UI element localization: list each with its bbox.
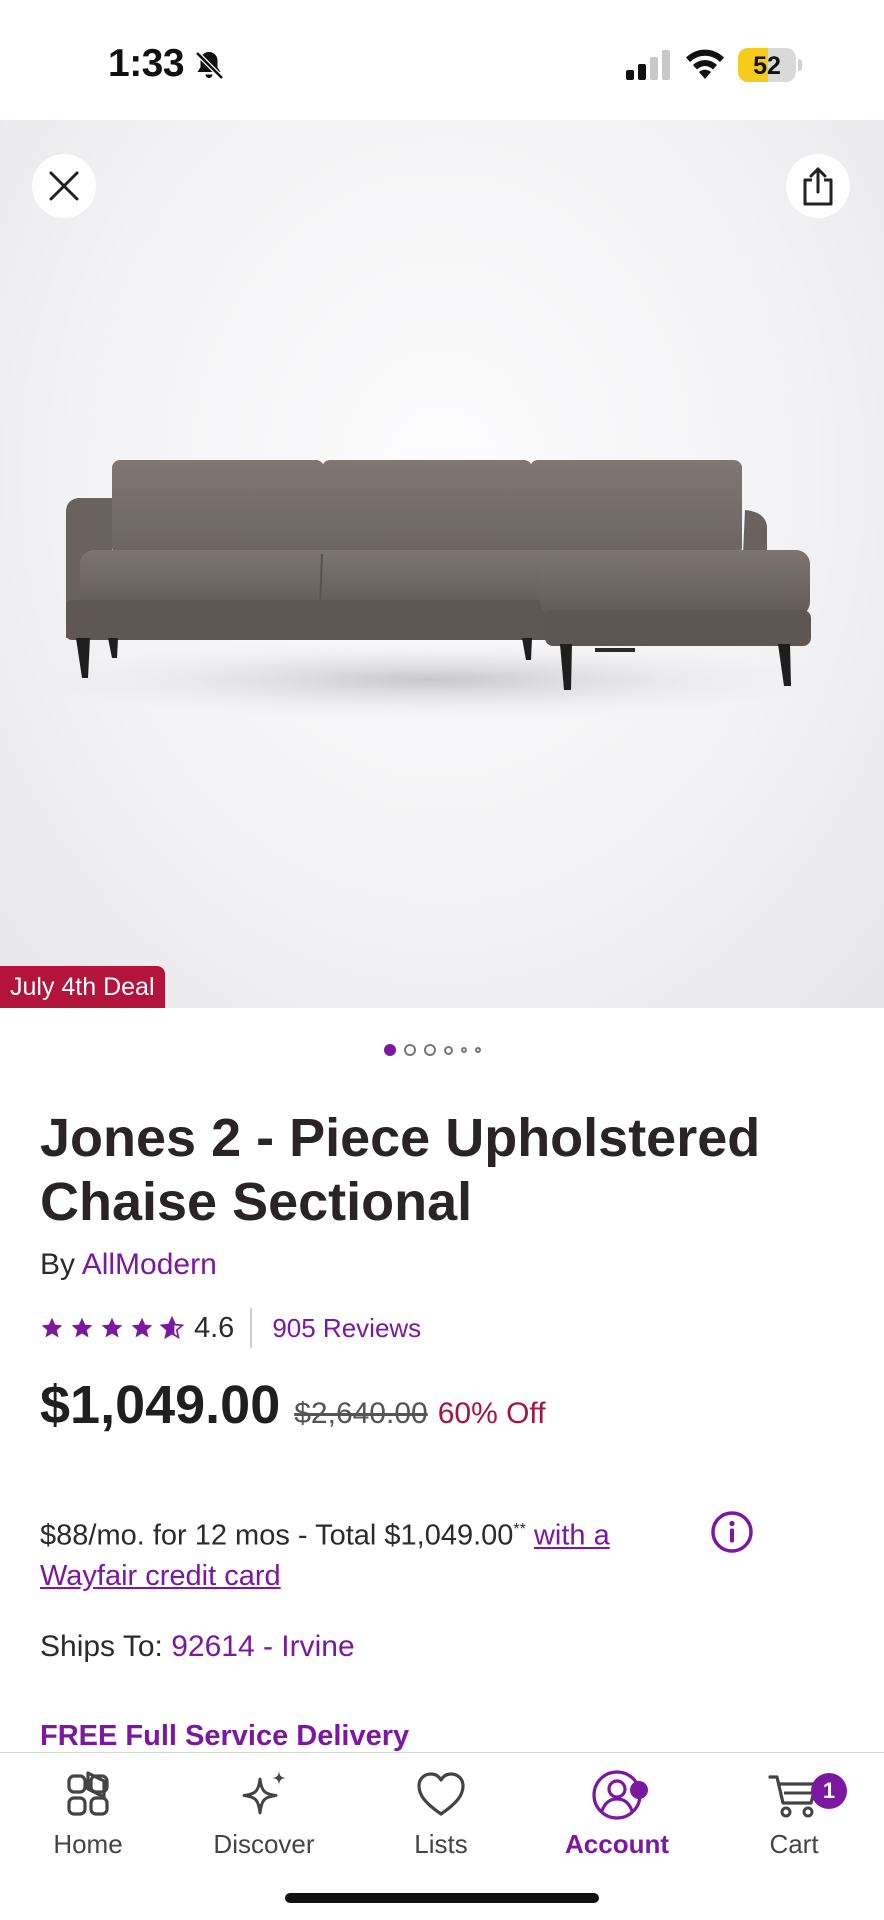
cellular-signal-icon (626, 50, 670, 80)
nav-cart[interactable]: 1 Cart (719, 1767, 869, 1867)
share-button[interactable] (786, 154, 850, 218)
sale-price: $1,049.00 (40, 1375, 281, 1435)
star-icon (131, 1317, 153, 1338)
price-row: $1,049.00 $2,640.00 60% Off (40, 1374, 546, 1436)
carousel-dot[interactable] (424, 1044, 436, 1056)
star-icon (160, 1316, 184, 1340)
reviews-link[interactable]: 905 Reviews (272, 1313, 421, 1344)
nav-lists[interactable]: Lists (366, 1767, 516, 1867)
cart-count-badge: 1 (811, 1773, 847, 1809)
nav-account[interactable]: Account (542, 1767, 692, 1867)
nav-cart-label: Cart (769, 1829, 819, 1859)
zip-code-link[interactable]: 92614 - Irvine (171, 1630, 354, 1663)
carousel-dot[interactable] (404, 1044, 416, 1056)
delivery-info[interactable]: FREE Full Service Delivery (40, 1720, 409, 1752)
carousel-dot[interactable] (444, 1045, 453, 1055)
nav-account-label: Account (565, 1829, 669, 1859)
battery-percent: 52 (753, 52, 781, 80)
original-price: $2,640.00 (294, 1397, 428, 1430)
home-icon (67, 1771, 109, 1816)
nav-discover-label: Discover (213, 1829, 315, 1859)
ships-to: Ships To: 92614 - Irvine (40, 1630, 355, 1664)
discount-label: 60% Off (437, 1397, 546, 1430)
carousel-dot[interactable] (461, 1047, 467, 1053)
star-icon (41, 1317, 63, 1338)
home-indicator[interactable] (285, 1893, 599, 1903)
product-image-carousel[interactable]: July 4th Deal (0, 120, 884, 1008)
financing-footnote-mark: ** (513, 1521, 526, 1538)
rating-value: 4.6 (194, 1311, 235, 1344)
share-icon (803, 167, 833, 206)
nav-lists-label: Lists (414, 1829, 468, 1859)
deal-badge: July 4th Deal (0, 966, 165, 1008)
financing-text: $88/mo. for 12 mos - Total $1,049.00 (40, 1519, 514, 1552)
account-notification-dot (630, 1781, 648, 1799)
brand-line: By AllModern (40, 1248, 217, 1282)
ships-to-label: Ships To: (40, 1630, 172, 1663)
financing-offer: $88/mo. for 12 mos - Total $1,049.00** w… (40, 1510, 700, 1596)
wifi-icon (686, 49, 724, 79)
info-icon[interactable] (710, 1510, 754, 1554)
status-bar: 1:33 52 (0, 0, 884, 120)
carousel-dot[interactable] (475, 1047, 481, 1053)
product-title: Jones 2 - Piece Upholstered Chaise Secti… (40, 1108, 761, 1232)
sparkle-icon (242, 1771, 286, 1815)
status-time: 1:33 (108, 42, 185, 85)
rating-divider (250, 1308, 253, 1348)
star-rating (40, 1316, 184, 1340)
close-icon (49, 171, 79, 201)
heart-icon (417, 1772, 465, 1816)
bell-off-icon (195, 51, 224, 80)
nav-discover[interactable]: Discover (189, 1767, 339, 1867)
brand-link[interactable]: AllModern (82, 1248, 217, 1281)
by-prefix: By (40, 1248, 82, 1281)
nav-home-label: Home (53, 1829, 123, 1859)
star-icon (101, 1317, 123, 1338)
carousel-dots[interactable] (384, 1042, 481, 1058)
nav-home[interactable]: Home (13, 1767, 163, 1867)
star-icon (71, 1317, 93, 1338)
close-button[interactable] (32, 154, 96, 218)
rating-row[interactable]: 4.6 905 Reviews (40, 1308, 421, 1348)
carousel-dot[interactable] (384, 1044, 396, 1056)
sofa-image (40, 460, 830, 720)
battery-icon: 52 (738, 48, 802, 82)
